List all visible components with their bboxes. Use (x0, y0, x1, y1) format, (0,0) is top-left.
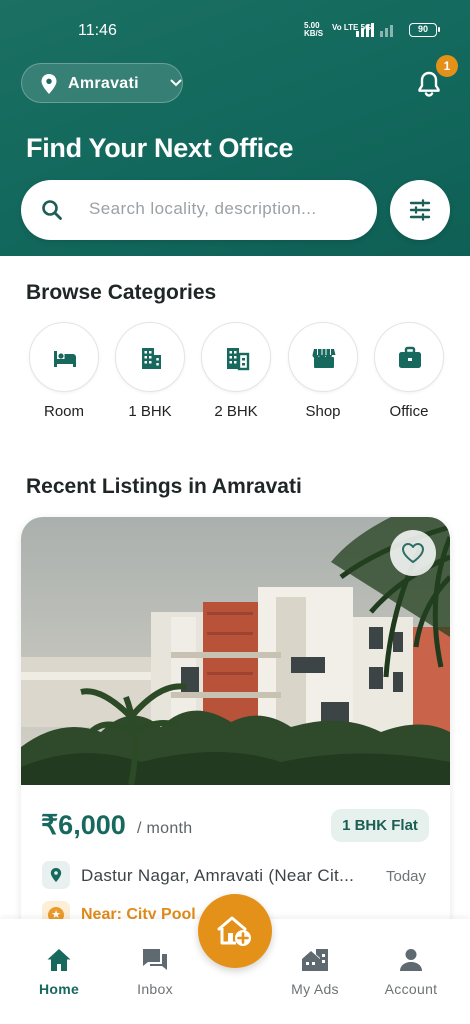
nav-inbox[interactable]: Inbox (115, 947, 195, 997)
nav-my-ads[interactable]: My Ads (275, 947, 355, 997)
categories-title: Browse Categories (26, 281, 217, 304)
add-home-icon (217, 916, 251, 946)
status-bar: 11:46 5.00KB/S Vo LTE 5G 90 (0, 20, 470, 44)
filter-button[interactable] (390, 180, 450, 240)
page-title: Find Your Next Office (26, 133, 294, 163)
category-1bhk[interactable]: 1 BHK (114, 322, 186, 420)
status-time: 11:46 (78, 22, 117, 39)
chevron-down-icon (170, 79, 182, 87)
battery-icon: 90 (409, 23, 440, 37)
search-input[interactable]: Search locality, description... (21, 180, 377, 240)
nav-account[interactable]: Account (371, 947, 451, 997)
home-icon (47, 949, 71, 971)
recent-listings-title: Recent Listings in Amravati (26, 475, 302, 498)
search-placeholder: Search locality, description... (89, 199, 317, 218)
bed-icon (54, 351, 76, 367)
briefcase-icon (399, 346, 421, 368)
my-ads-icon (302, 949, 328, 971)
address-pin-icon (42, 861, 70, 889)
nav-label: Inbox (137, 981, 173, 997)
category-shop[interactable]: Shop (287, 322, 359, 420)
store-icon (312, 349, 336, 368)
nav-label: My Ads (291, 981, 339, 997)
network-speed: 5.00 KB/S (304, 21, 324, 38)
category-label: Shop (305, 403, 341, 420)
category-label: Office (389, 403, 429, 420)
account-icon (400, 949, 422, 971)
listing-price: ₹6,000 (41, 810, 126, 840)
chat-icon (143, 949, 167, 970)
posted-date: Today (386, 868, 427, 885)
search-icon (42, 200, 62, 220)
post-ad-button[interactable] (198, 894, 272, 968)
nav-home[interactable]: Home (19, 947, 99, 997)
signal-bars-icon (356, 23, 396, 37)
category-label: 1 BHK (128, 403, 172, 420)
favorite-button[interactable] (390, 530, 436, 576)
sliders-icon (409, 199, 431, 221)
notification-badge: 1 (436, 55, 458, 77)
category-label: 2 BHK (214, 403, 258, 420)
category-2bhk[interactable]: 2 BHK (200, 322, 272, 420)
nav-label: Account (384, 981, 438, 997)
listing-address: Dastur Nagar, Amravati (Near Cit... (81, 866, 355, 885)
apartment-icon (227, 348, 250, 371)
listing-card[interactable]: ₹6,000 / month 1 BHK Flat Dastur Nagar, … (21, 517, 450, 937)
price-period: / month (137, 820, 193, 837)
property-type-badge: 1 BHK Flat (331, 809, 429, 842)
location-pin-icon (41, 74, 57, 94)
location-selector[interactable]: Amravati (21, 63, 183, 103)
category-label: Room (43, 403, 84, 420)
heart-icon (402, 543, 424, 563)
listing-photo (21, 517, 450, 785)
category-room[interactable]: Room (28, 322, 100, 420)
building-icon (142, 348, 161, 369)
category-office[interactable]: Office (373, 322, 445, 420)
location-label: Amravati (68, 75, 139, 92)
nav-label: Home (38, 981, 80, 997)
